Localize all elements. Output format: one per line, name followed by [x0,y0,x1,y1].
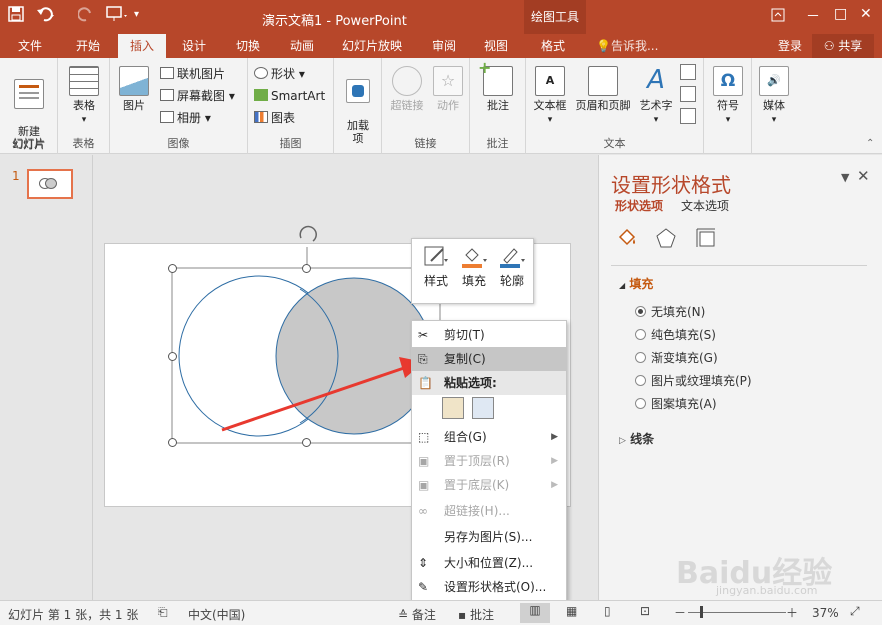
circle-right[interactable] [275,277,433,435]
format-shape-label: 设置形状格式(O)... [444,580,547,594]
size-position-icon: ⇕ [418,556,429,570]
resize-handle-tl[interactable] [168,264,177,273]
notes-icon: ≙ [398,608,412,622]
zoom-in-icon[interactable]: ＋ [786,604,798,621]
style-label: 样式 [423,274,448,288]
size-position-label: 大小和位置(Z)... [444,556,534,570]
tab-shape-options[interactable]: 形状选项 [615,197,663,214]
zoom-level[interactable]: 37% [812,606,839,620]
resize-handle-ml[interactable] [168,352,177,361]
style-pen-icon [424,246,448,266]
fill-pattern-radio[interactable] [635,398,646,409]
comments-label: 批注 [469,608,494,622]
fill-line-icon[interactable] [615,227,639,254]
scissors-icon: ✂ [418,328,429,342]
menu-item-group[interactable]: ⬚ 组合(G) ▶ [412,425,566,449]
slideshow-view-icon[interactable]: ⊡ [640,604,650,618]
fill-section-header[interactable]: ◢ 填充 [619,275,653,292]
fit-to-window-icon[interactable]: ⤢ [850,604,860,619]
pane-divider [611,265,867,266]
size-properties-icon[interactable] [695,227,717,252]
fill-picture-radio[interactable] [635,375,646,386]
hyperlink-icon: ∞ [418,504,428,518]
fill-none-radio[interactable] [635,306,646,317]
submenu-arrow-icon: ▶ [551,480,558,490]
menu-item-format-shape[interactable]: ✎ 设置形状格式(O)... [412,575,566,599]
comments-icon: ▪ [458,608,470,622]
slide-info: 幻灯片 第 1 张，共 1 张 [8,608,139,622]
zoom-thumb[interactable] [700,606,703,618]
bring-front-label: 置于顶层(R) [444,454,510,468]
effects-pentagon-icon[interactable] [655,227,677,252]
expand-right-icon: ▷ [619,436,626,446]
group-label: 组合(G) [444,430,487,444]
fill-label: 填充 [461,274,486,288]
watermark-url: jingyan.baidu.com [716,584,818,597]
menu-item-bring-front[interactable]: ▣ 置于顶层(R) ▶ [412,449,566,473]
fill-gradient-label: 渐变填充(G) [651,351,718,365]
spellcheck-icon[interactable]: ⎗ [158,605,168,620]
normal-view-icon[interactable]: ▥ [520,603,550,623]
notes-button[interactable]: ≙ 备注 [398,606,436,623]
comments-button[interactable]: ▪ 批注 [458,606,494,623]
tab-text-options[interactable]: 文本选项 [681,197,729,214]
submenu-arrow-icon: ▶ [551,456,558,466]
pane-close-icon[interactable]: ✕ [857,167,870,185]
resize-handle-bm[interactable] [302,438,311,447]
fill-solid-radio[interactable] [635,329,646,340]
fill-button[interactable]: 填充 [458,245,490,289]
fill-picture-label: 图片或纹理填充(P) [651,374,752,388]
menu-paste-header: 📋 粘贴选项: [412,371,566,395]
save-as-picture-label: 另存为图片(S)... [444,530,533,544]
outline-pen-icon [500,248,525,268]
submenu-arrow-icon: ▶ [551,432,558,442]
line-section-header[interactable]: ▷ 线条 [619,430,654,447]
slide-sorter-icon[interactable]: ▦ [566,604,577,618]
menu-item-save-as-picture[interactable]: 另存为图片(S)... [412,525,566,549]
fill-solid-label: 纯色填充(S) [651,328,716,342]
menu-item-send-back[interactable]: ▣ 置于底层(K) ▶ [412,473,566,497]
send-back-icon: ▣ [418,478,430,492]
menu-item-hyperlink[interactable]: ∞ 超链接(H)... [412,499,566,523]
line-section-label: 线条 [630,432,655,446]
menu-item-size-position[interactable]: ⇕ 大小和位置(Z)... [412,551,566,575]
fill-pattern-label: 图案填充(A) [651,397,717,411]
paste-picture-icon[interactable] [472,397,494,419]
group-icon: ⬚ [418,430,430,444]
zoom-out-icon[interactable]: － [674,604,686,621]
paint-bucket-icon [462,248,487,268]
send-back-label: 置于底层(K) [444,478,510,492]
copy-label: 复制(C) [444,352,486,366]
rotate-handle-icon[interactable] [299,225,317,242]
paste-text-only-icon[interactable] [442,397,464,419]
resize-handle-tm[interactable] [302,264,311,273]
paste-icon: 📋 [418,376,433,390]
language-indicator[interactable]: 中文(中国) [188,606,245,623]
format-shape-pane: 设置形状格式 ▼ ✕ 形状选项 文本选项 ◢ 填充 无填充(N) 纯色填充(S)… [598,155,882,600]
pane-title: 设置形状格式 [611,173,731,197]
context-menu: ✂ 剪切(T) ⎘ 复制(C) 📋 粘贴选项: ⬚ 组合(G) ▶ ▣ 置于顶层… [411,320,567,601]
menu-item-cut[interactable]: ✂ 剪切(T) [412,323,566,347]
format-shape-icon: ✎ [418,580,429,594]
style-button[interactable]: 样式 [420,245,452,289]
mini-toolbar: 样式 填充 轮廓 [411,238,534,304]
paste-options-label: 粘贴选项: [444,376,497,390]
pane-options-icon[interactable]: ▼ [841,171,849,184]
hyperlink-menu-label: 超链接(H)... [444,504,510,518]
copy-icon: ⎘ [418,352,428,366]
outline-button[interactable]: 轮廓 [496,245,528,289]
cut-label: 剪切(T) [444,328,485,342]
resize-handle-bl[interactable] [168,438,177,447]
menu-item-copy[interactable]: ⎘ 复制(C) [412,347,566,371]
reading-view-icon[interactable]: ▯ [604,604,611,618]
status-bar: 幻灯片 第 1 张，共 1 张 ⎗ 中文(中国) ≙ 备注 ▪ 批注 ▥ ▦ ▯… [0,600,882,625]
fill-none-label: 无填充(N) [651,305,706,319]
fill-gradient-radio[interactable] [635,352,646,363]
fill-section-label: 填充 [629,277,654,291]
notes-label: 备注 [411,608,436,622]
outline-label: 轮廓 [499,274,524,288]
expand-down-icon: ◢ [619,281,626,290]
bring-front-icon: ▣ [418,454,430,468]
